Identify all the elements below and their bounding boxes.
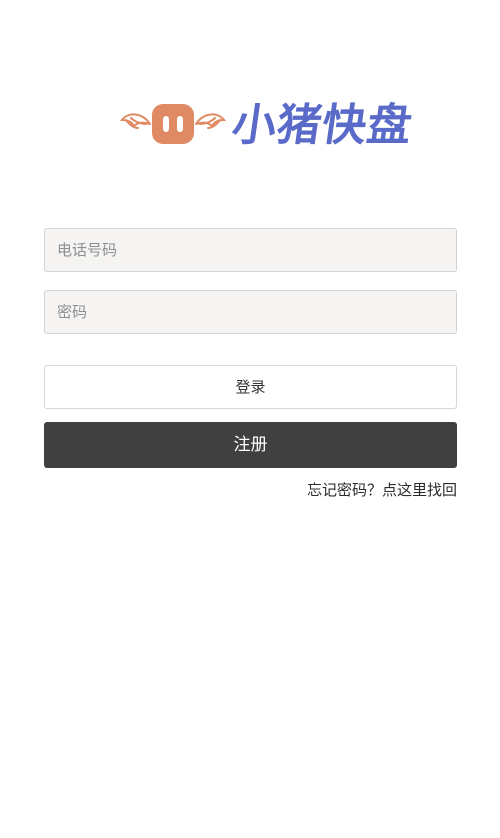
phone-number-input[interactable] [44, 228, 457, 272]
login-button[interactable]: 登录 [44, 365, 457, 409]
pig-snout-with-wings-icon [120, 104, 226, 144]
logo-text: 小猪快盘 [228, 100, 416, 151]
forgot-password-link[interactable]: 忘记密码？点这里找回 [307, 478, 457, 502]
password-input[interactable] [44, 290, 457, 334]
register-button[interactable]: 注册 [44, 422, 457, 468]
app-logo: 小猪快盘 [120, 96, 416, 158]
